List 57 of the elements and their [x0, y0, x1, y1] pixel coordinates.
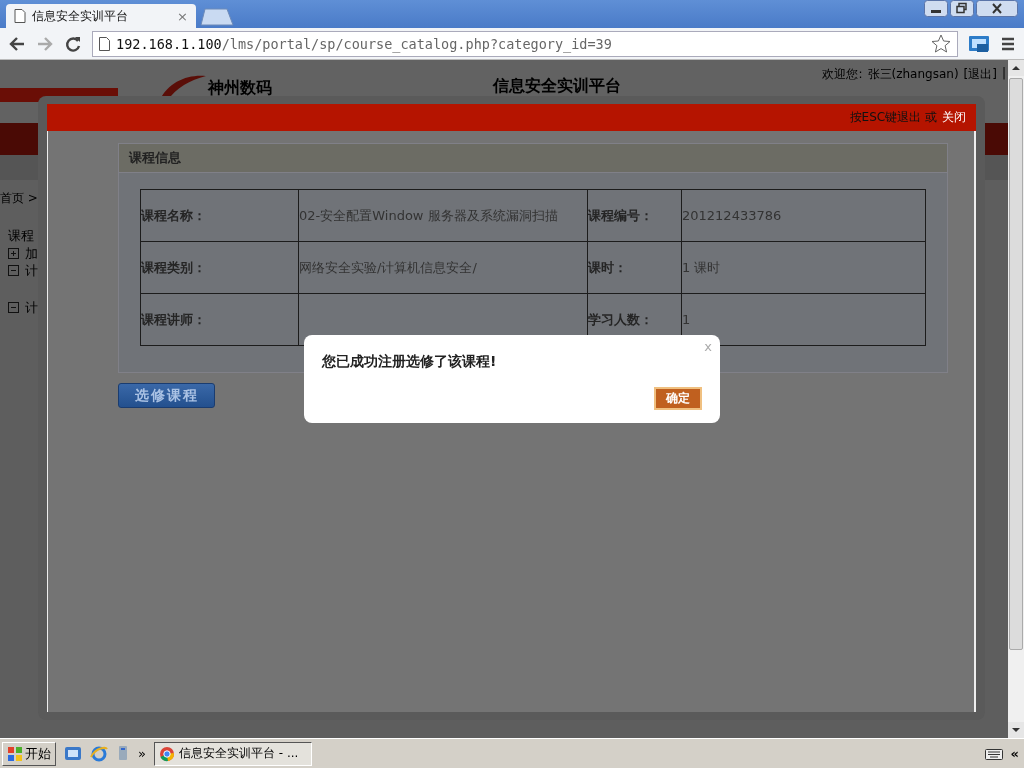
server-icon[interactable]	[116, 744, 130, 763]
tree-item[interactable]: 加	[25, 244, 38, 263]
menu-icon[interactable]	[1000, 35, 1016, 52]
windows-logo-icon	[7, 745, 23, 762]
star-icon[interactable]	[931, 34, 951, 53]
site-title: 信息安全实训平台	[493, 76, 621, 97]
page-icon	[14, 9, 26, 23]
close-icon[interactable]	[976, 0, 1018, 17]
desktop-icon[interactable]	[64, 744, 82, 763]
expand-icon[interactable]	[8, 248, 19, 259]
esc-hint: 按ESC键退出 或	[849, 109, 937, 126]
scroll-up-icon[interactable]	[1008, 60, 1024, 76]
restore-icon[interactable]	[950, 0, 974, 17]
label-cell: 课程名称：	[140, 189, 299, 242]
value-cell: 201212433786	[681, 189, 926, 242]
label-cell: 课时：	[587, 241, 682, 294]
collapse-icon[interactable]	[8, 302, 19, 313]
back-icon[interactable]	[8, 34, 26, 53]
page-icon	[99, 36, 110, 51]
separator: |	[1001, 66, 1006, 82]
address-bar[interactable]: 192.168.1.100/lms/portal/sp/course_catalog.php?category_id=39	[92, 30, 958, 57]
tree-item[interactable]: 计	[25, 261, 38, 280]
scroll-thumb[interactable]	[1009, 78, 1023, 650]
start-button[interactable]: 开始	[2, 741, 56, 766]
chrome-icon	[158, 745, 175, 762]
breadcrumb[interactable]: 首页 >	[0, 190, 38, 207]
collapse-icon[interactable]	[8, 265, 19, 276]
new-tab-button[interactable]	[200, 8, 234, 26]
scroll-down-icon[interactable]	[1008, 722, 1024, 738]
tree-item[interactable]: 计	[25, 298, 38, 317]
more-button[interactable]: »	[138, 746, 146, 761]
user-name: 张三(zhangsan)	[867, 66, 959, 83]
taskbar-window-button[interactable]: 信息安全实训平台 - ...	[153, 741, 312, 766]
browser-tab[interactable]: 信息安全实训平台 ×	[6, 4, 196, 28]
label-cell: 课程编号：	[587, 189, 682, 242]
logout-link[interactable]: [退出]	[963, 66, 997, 83]
label-cell: 课程讲师：	[140, 293, 299, 346]
enroll-button[interactable]: 选修课程	[118, 383, 215, 408]
brand-name: 神州数码	[208, 78, 272, 99]
dialog-message: 您已成功注册选修了该课程!	[322, 353, 498, 371]
welcome-text: 欢迎您:	[822, 66, 863, 83]
panel-title: 课程信息	[129, 149, 181, 167]
tree-title: 课程	[8, 227, 34, 245]
cast-icon[interactable]	[968, 33, 990, 54]
ok-button[interactable]: 确定	[654, 387, 702, 410]
value-cell: 02-安全配置Window 服务器及系统漏洞扫描	[298, 189, 588, 242]
keyboard-icon[interactable]	[984, 746, 1003, 761]
reload-icon[interactable]	[64, 34, 82, 53]
tray-arrow[interactable]: «	[1010, 746, 1019, 761]
label-cell: 课程类别：	[140, 241, 299, 294]
minimize-icon[interactable]	[924, 0, 948, 17]
value-cell: 1 课时	[681, 241, 926, 294]
value-cell: 网络安全实验/计算机信息安全/	[298, 241, 588, 294]
scrollbar[interactable]	[1008, 60, 1024, 738]
close-tab-button[interactable]: ×	[177, 8, 188, 24]
browser-icon[interactable]	[90, 744, 108, 763]
close-link[interactable]: 关闭	[942, 109, 966, 126]
